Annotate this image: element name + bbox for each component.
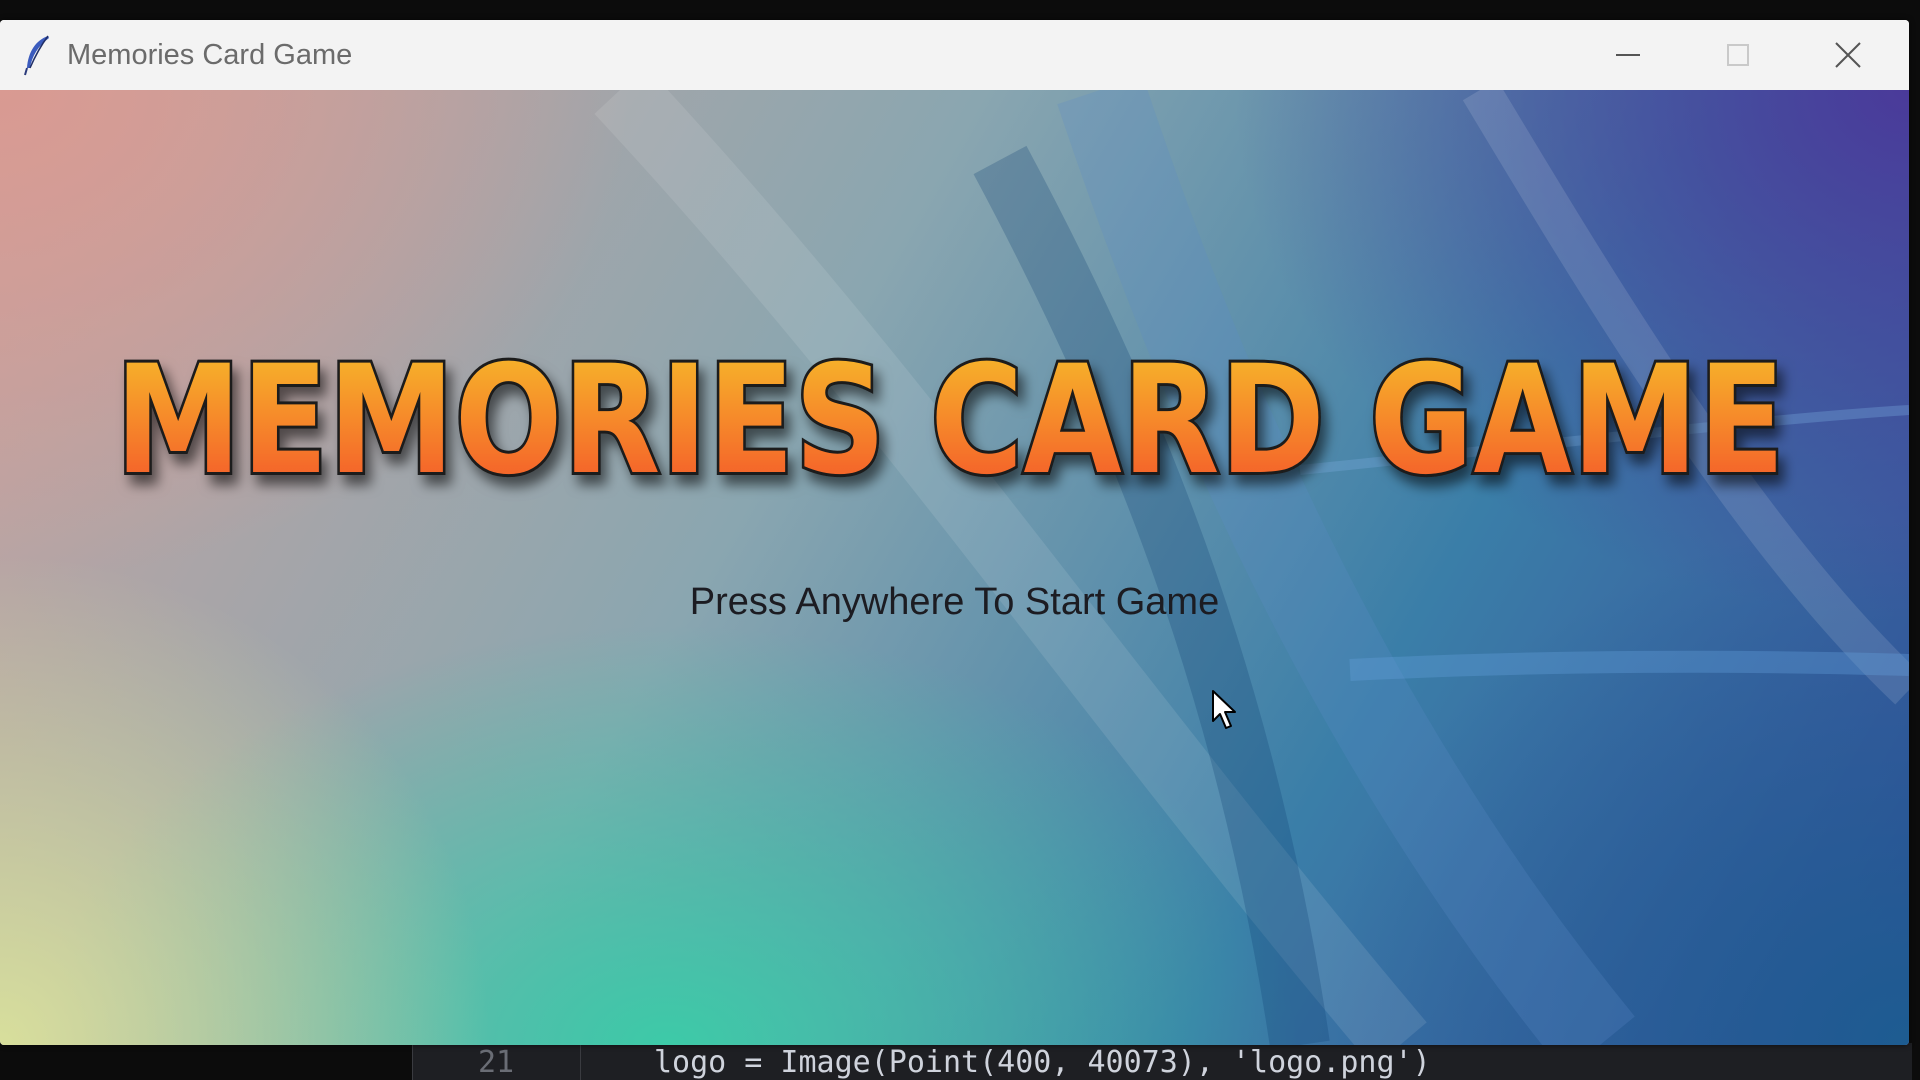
logo-text: MEMORIES CARD GAME <box>115 334 1785 508</box>
close-icon <box>1835 42 1861 68</box>
editor-gutter-border <box>412 1043 413 1080</box>
maximize-icon <box>1727 44 1749 66</box>
window-title: Memories Card Game <box>67 39 353 71</box>
close-button[interactable] <box>1793 20 1903 90</box>
feather-icon <box>24 35 49 76</box>
editor-code-line: logo = Image(Point(400, 40073), 'logo.pn… <box>654 1045 1431 1080</box>
background-swooshes <box>594 90 1909 1045</box>
mouse-cursor-icon <box>1212 690 1236 729</box>
title-bar[interactable]: Memories Card Game <box>0 20 1909 90</box>
editor-gutter-divider <box>580 1043 581 1080</box>
background-code-editor: 21 logo = Image(Point(400, 40073), 'logo… <box>412 1043 1912 1080</box>
maximize-button[interactable] <box>1683 20 1793 90</box>
editor-line-number: 21 <box>478 1045 515 1080</box>
game-logo: MEMORIES CARD GAME <box>112 331 1788 511</box>
game-window: Memories Card Game MEMORIES CARD GAME Pr… <box>0 20 1909 1045</box>
game-canvas[interactable]: MEMORIES CARD GAME Press Anywhere To Sta… <box>0 90 1909 1045</box>
minimize-icon <box>1616 54 1640 56</box>
start-prompt: Press Anywhere To Start Game <box>689 581 1220 623</box>
minimize-button[interactable] <box>1573 20 1683 90</box>
